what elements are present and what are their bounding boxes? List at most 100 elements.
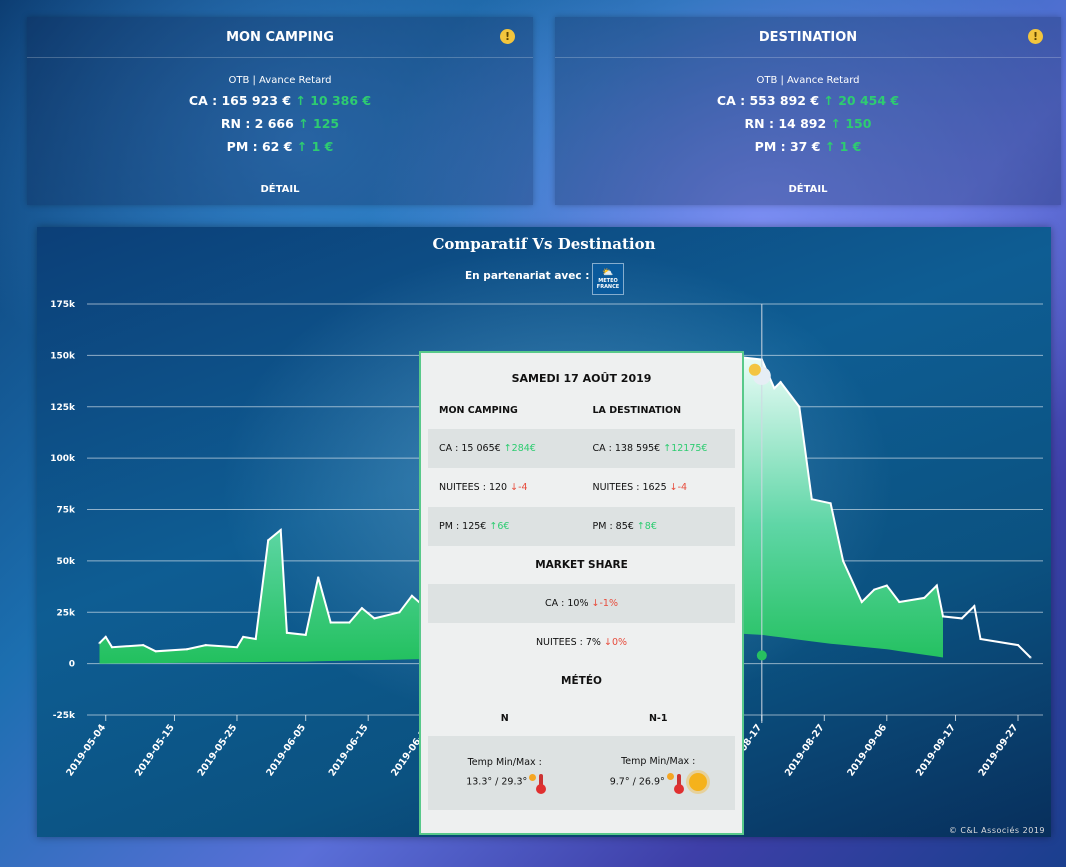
data-point xyxy=(810,498,814,501)
kpi-ca: CA : 165 923 € ↑ 10 386 € xyxy=(27,89,533,112)
tooltip-row-ca: CA : 15 065€ ↑284€ CA : 138 595€ ↑12175€ xyxy=(428,429,735,468)
data-point xyxy=(110,645,114,649)
x-tick-label: 2019-06-15 xyxy=(327,722,371,778)
tooltip-market-share-title: MARKET SHARE xyxy=(535,559,628,571)
tooltip-cell: CA : 138 595€ ↑12175€ xyxy=(582,429,736,468)
x-tick-label: 2019-08-27 xyxy=(783,722,827,778)
tooltip-delta: ↑6€ xyxy=(489,521,510,532)
data-point xyxy=(1016,643,1020,647)
tooltip-cell: NUITEES : 7% ↓0% xyxy=(428,623,735,662)
data-point xyxy=(923,596,926,600)
warning-icon[interactable]: ! xyxy=(500,29,515,44)
tooltip-value: CA : 138 595€ xyxy=(592,443,661,454)
tooltip-value: PM : 85€ xyxy=(592,521,634,532)
otb-label: OTB | Avance Retard xyxy=(228,75,332,86)
data-point xyxy=(935,584,938,587)
data-point xyxy=(254,637,257,641)
data-point xyxy=(104,635,107,639)
detail-link[interactable]: DÉTAIL xyxy=(555,184,1061,195)
data-point xyxy=(398,611,401,614)
tooltip-meteo-row: Temp Min/Max : 13.3° / 29.3° Temp Min/Ma… xyxy=(428,736,735,810)
data-point xyxy=(154,650,157,653)
kpi-ca-delta: ↑ 10 386 € xyxy=(295,93,372,108)
copyright: © C&L Associés 2019 xyxy=(948,826,1045,835)
y-tick-label: 175k xyxy=(50,300,76,310)
data-point xyxy=(98,641,101,645)
sun-icon xyxy=(666,772,674,780)
y-tick-label: 100k xyxy=(50,454,76,464)
card-destination: DESTINATION ! OTB | Avance Retard CA : 5… xyxy=(555,17,1061,205)
data-point xyxy=(841,559,845,563)
tooltip-cell: CA : 10% ↓-1% xyxy=(428,584,735,623)
tooltip-cell: NUITEES : 1625 ↓-4 xyxy=(582,468,736,507)
x-tick-label: 2019-09-27 xyxy=(977,722,1021,778)
tooltip-row-ms-nuitees: NUITEES : 7% ↓0% xyxy=(428,623,735,662)
tooltip-cell: NUITEES : 120 ↓-4 xyxy=(428,468,582,507)
tooltip-value: CA : 15 065€ xyxy=(439,443,501,454)
data-point xyxy=(267,539,270,542)
tooltip-cell: CA : 15 065€ ↑284€ xyxy=(428,429,582,468)
data-point xyxy=(204,643,207,647)
kpi-pm: PM : 37 € ↑ 1 € xyxy=(555,135,1061,158)
tooltip-delta: ↑8€ xyxy=(636,521,657,532)
sunny-weather-icon xyxy=(688,772,707,791)
temp-label: Temp Min/Max : xyxy=(467,756,542,768)
kpi-pm-value: PM : 62 € xyxy=(226,139,293,154)
tooltip-value: NUITEES : 7% xyxy=(535,637,601,648)
kpi-ca-value: CA : 165 923 € xyxy=(188,93,292,108)
tooltip-value: NUITEES : 1625 xyxy=(592,482,667,493)
x-tick-label: 2019-06-05 xyxy=(264,722,308,778)
y-tick-label: 50k xyxy=(56,557,76,567)
card-header: MON CAMPING ! xyxy=(27,17,533,58)
tooltip-delta: ↓0% xyxy=(604,637,628,648)
x-tick-label: 2019-05-25 xyxy=(196,722,240,778)
tooltip-row-pm: PM : 125€ ↑6€ PM : 85€ ↑8€ xyxy=(428,507,735,546)
chart-tooltip: SAMEDI 17 AOÛT 2019 MON CAMPING LA DESTI… xyxy=(419,351,744,835)
kpi-pm: PM : 62 € ↑ 1 € xyxy=(27,135,533,158)
crosshair-point xyxy=(756,650,767,661)
y-tick-label: -25k xyxy=(53,711,76,721)
temp-label: Temp Min/Max : xyxy=(621,755,696,767)
card-mon-camping: MON CAMPING ! OTB | Avance Retard CA : 1… xyxy=(27,17,533,205)
data-point xyxy=(898,600,901,604)
data-point xyxy=(773,387,776,390)
y-tick-label: 0 xyxy=(69,660,75,670)
data-point xyxy=(185,648,189,651)
tooltip-date: SAMEDI 17 AOÛT 2019 xyxy=(511,372,652,385)
kpi-rn-delta: ↑ 150 xyxy=(830,116,872,131)
kpi-pm-value: PM : 37 € xyxy=(754,139,821,154)
tooltip-row-ms-ca: CA : 10% ↓-1% xyxy=(428,584,735,623)
x-tick-label: 2019-09-17 xyxy=(914,722,958,778)
tooltip-value: CA : 10% xyxy=(545,598,589,609)
tooltip-n1-label: N-1 xyxy=(648,712,668,724)
data-point xyxy=(1029,656,1032,659)
y-tick-label: 150k xyxy=(50,351,76,361)
data-point xyxy=(873,588,876,591)
thermometer-icon xyxy=(536,773,547,794)
data-point xyxy=(410,594,414,598)
sun-icon xyxy=(529,773,537,781)
data-point xyxy=(304,633,307,637)
tooltip-delta: ↓-4 xyxy=(669,482,688,493)
tooltip-meteo-n: Temp Min/Max : 13.3° / 29.3° xyxy=(428,736,582,810)
tooltip-delta: ↑284€ xyxy=(503,443,536,454)
tooltip-meteo-header: N N-1 xyxy=(428,700,735,736)
temp-value: 13.3° / 29.3° xyxy=(466,776,528,787)
y-tick-label: 25k xyxy=(56,608,76,618)
data-point xyxy=(885,584,888,587)
tooltip-value: PM : 125€ xyxy=(439,521,487,532)
data-point xyxy=(285,631,289,634)
card-title: MON CAMPING xyxy=(226,29,334,45)
detail-link[interactable]: DÉTAIL xyxy=(27,184,533,195)
temp-value-row: 9.7° / 26.9° xyxy=(610,772,707,794)
x-tick-label: 2019-05-15 xyxy=(133,722,177,778)
warning-icon[interactable]: ! xyxy=(1028,29,1043,44)
tooltip-delta: ↓-4 xyxy=(510,482,528,493)
x-tick-label: 2019-09-06 xyxy=(845,722,889,778)
temp-value-row: 13.3° / 29.3° xyxy=(466,773,547,794)
data-point xyxy=(941,615,945,618)
data-point xyxy=(373,617,376,620)
y-tick-label: 75k xyxy=(56,506,76,516)
tooltip-n-label: N xyxy=(500,712,509,724)
kpi-pm-delta: ↑ 1 € xyxy=(824,139,862,154)
